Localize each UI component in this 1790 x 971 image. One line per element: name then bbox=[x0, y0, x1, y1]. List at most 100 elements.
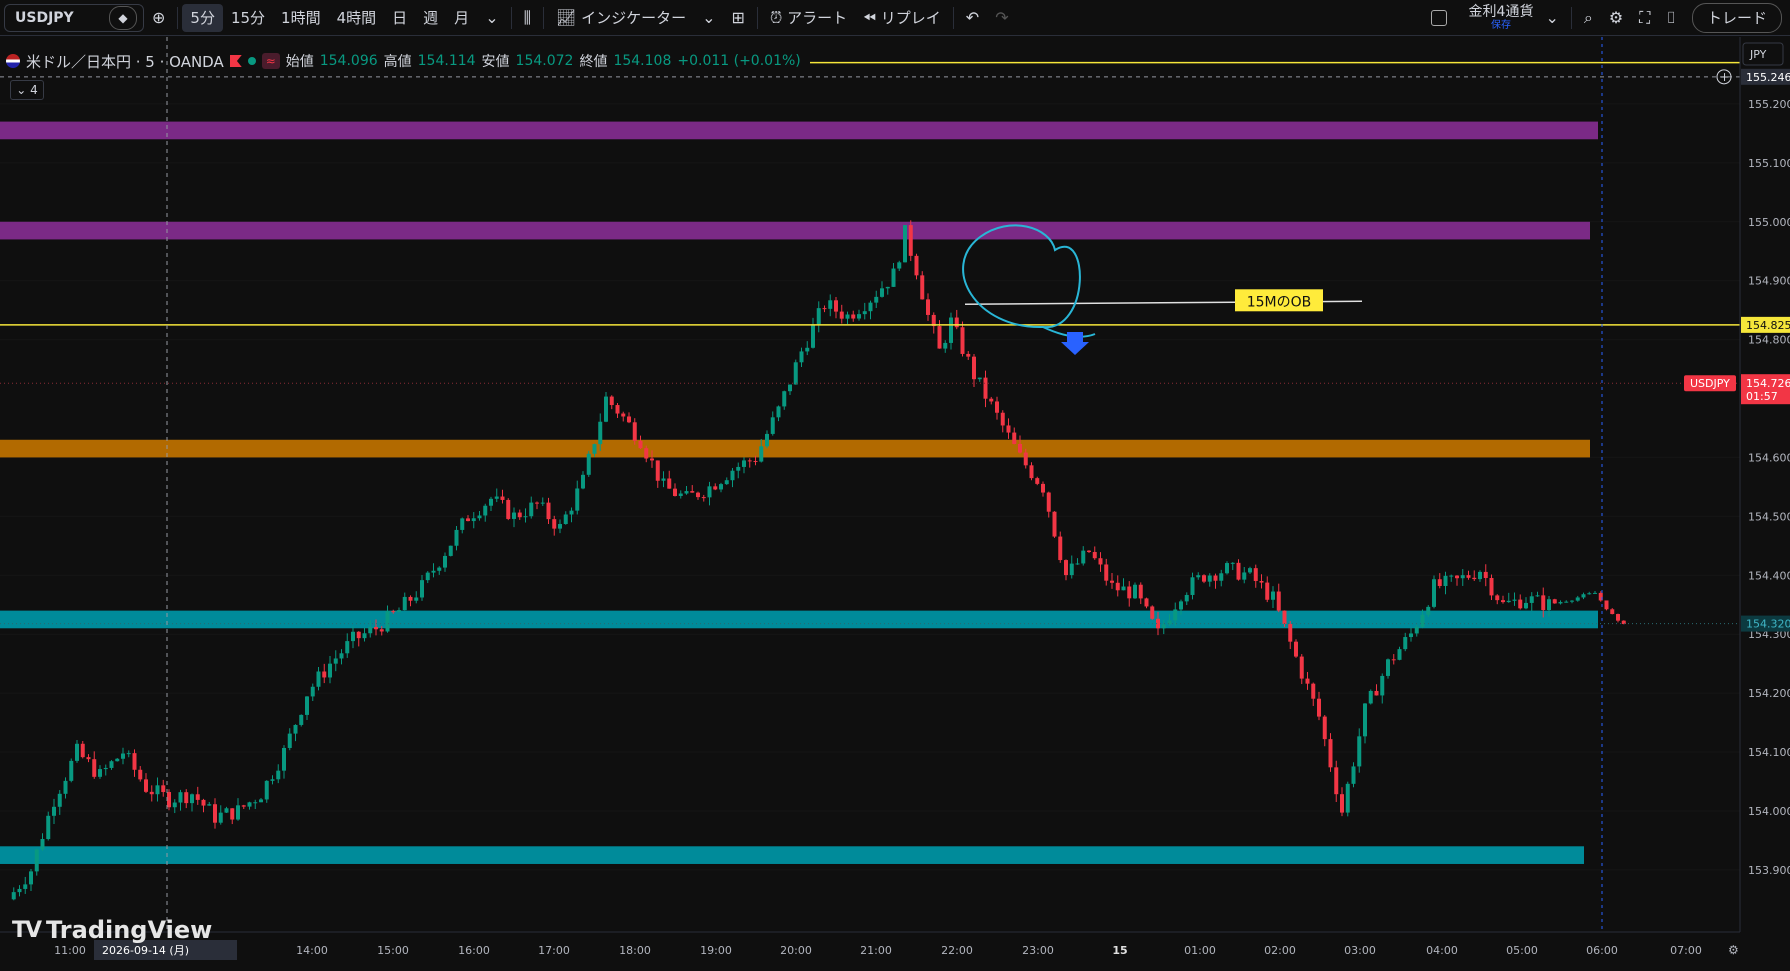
candles-icon: ⫼ bbox=[523, 7, 531, 27]
timeframe-5m[interactable]: 5分 bbox=[182, 3, 223, 32]
candle-body bbox=[1230, 562, 1235, 564]
zone-orange[interactable] bbox=[0, 439, 1590, 458]
timeframe-1h[interactable]: 1時間 bbox=[273, 4, 329, 32]
legend-open-label: 始値 bbox=[285, 54, 314, 70]
candle-body bbox=[1219, 573, 1224, 581]
timeframe-4h[interactable]: 4時間 bbox=[329, 4, 385, 32]
wave-icon[interactable]: ≈ bbox=[261, 53, 280, 69]
candle-body bbox=[627, 416, 631, 423]
candle bbox=[903, 224, 907, 263]
price-axis-bg bbox=[1740, 37, 1790, 971]
candle-body bbox=[1207, 575, 1212, 582]
candle bbox=[69, 758, 74, 783]
compare-symbol-button[interactable]: ⊕ bbox=[144, 4, 173, 32]
candle-body bbox=[466, 518, 470, 522]
indicators-dropdown[interactable]: ⌄ bbox=[694, 4, 723, 32]
indicators-button[interactable]: 📈︎ インジケーター bbox=[548, 4, 694, 32]
candle-body bbox=[1133, 584, 1137, 599]
candle-body bbox=[1374, 690, 1379, 696]
candle bbox=[1225, 561, 1229, 575]
candle-body bbox=[1225, 563, 1229, 574]
candle-body bbox=[1161, 624, 1166, 629]
timeframe-day[interactable]: 日 bbox=[384, 4, 415, 32]
price-tick: 155.000 bbox=[1748, 216, 1790, 229]
ob-label[interactable]: 15MのOB bbox=[1235, 289, 1323, 312]
symbol-tag-text: USDJPY bbox=[1690, 377, 1730, 390]
candle-body bbox=[730, 470, 735, 481]
price-axis[interactable]: JPY 155.200 155.100 155.000 154.900 154.800 15… bbox=[1739, 37, 1790, 971]
zone-purple-upper[interactable] bbox=[0, 121, 1598, 140]
candle-body bbox=[569, 510, 574, 515]
indicators-collapse-button[interactable]: ⌄ 4 bbox=[10, 80, 44, 100]
time-axis[interactable]: 11:0012:1014:0015:0016:0017:0018:0019:00… bbox=[0, 931, 1790, 971]
candle-body bbox=[402, 596, 407, 611]
snapshot-button[interactable]: ⌷ bbox=[1658, 4, 1684, 32]
plus-glyph: + bbox=[1720, 70, 1730, 84]
redo-button[interactable]: ↷ bbox=[987, 4, 1016, 32]
candle-body bbox=[17, 888, 22, 893]
candle-body bbox=[500, 496, 505, 500]
currency-label: JPY bbox=[1749, 48, 1767, 61]
price-tick: 154.900 bbox=[1748, 275, 1790, 288]
chart-type-button[interactable]: ⫼ bbox=[516, 4, 539, 32]
timeframe-month[interactable]: 月 bbox=[446, 4, 477, 32]
candle-body bbox=[132, 753, 137, 770]
candle-body bbox=[1345, 783, 1350, 813]
candle-body bbox=[63, 780, 68, 794]
timeframe-dropdown[interactable]: ⌄ bbox=[477, 4, 506, 32]
candle-body bbox=[1391, 659, 1396, 661]
candle bbox=[1386, 658, 1390, 679]
candle-body bbox=[247, 802, 252, 807]
candle-body bbox=[897, 262, 902, 269]
candle-body bbox=[218, 812, 223, 823]
chart-background bbox=[0, 37, 1790, 971]
fullscreen-button[interactable]: ⛶ bbox=[1631, 4, 1658, 32]
candle-body bbox=[598, 421, 603, 445]
templates-button[interactable]: ⊞ bbox=[723, 4, 752, 32]
quick-search-button[interactable]: ⌕ bbox=[1576, 4, 1601, 32]
candle-body bbox=[1294, 641, 1298, 657]
legend-symbol-title[interactable]: 米ドル／日本円 · 5 · OANDA bbox=[26, 51, 224, 72]
candle-body bbox=[1276, 591, 1281, 611]
settings-button[interactable]: ⚙ bbox=[1601, 4, 1631, 32]
candle bbox=[1133, 582, 1137, 599]
candle-body bbox=[276, 770, 281, 780]
zone-teal-lower[interactable] bbox=[0, 846, 1584, 864]
currency-flag-icon bbox=[6, 54, 20, 68]
candle bbox=[1552, 598, 1557, 604]
candle-body bbox=[1575, 597, 1580, 601]
candle-body bbox=[1524, 602, 1528, 609]
replay-button[interactable]: ⏪︎ リプレイ bbox=[855, 4, 949, 32]
indicators-label: インジケーター bbox=[581, 9, 687, 27]
layout-select-button[interactable]: 金利4通貨 保存 ⌄ bbox=[1423, 4, 1567, 32]
symbol-search-button[interactable]: USDJPY ◆ bbox=[4, 3, 144, 32]
candle-body bbox=[443, 555, 447, 568]
candle-body bbox=[1081, 550, 1086, 564]
candle-body bbox=[270, 779, 275, 781]
candle-body bbox=[851, 314, 856, 319]
candle-body bbox=[230, 808, 235, 820]
candle-body bbox=[1052, 511, 1057, 537]
candle-body bbox=[995, 401, 999, 413]
legend-close-label: 終値 bbox=[579, 54, 608, 70]
alert-button[interactable]: ⏰︎ アラート bbox=[762, 4, 855, 32]
timeframe-week[interactable]: 週 bbox=[415, 4, 446, 32]
timeframe-15m[interactable]: 15分 bbox=[223, 4, 273, 32]
candle-body bbox=[420, 580, 424, 598]
candle-body bbox=[408, 596, 413, 601]
fullscreen-icon: ⛶ bbox=[1639, 7, 1651, 27]
red-flag-icon[interactable] bbox=[229, 55, 242, 67]
zone-teal-upper[interactable] bbox=[0, 610, 1598, 629]
replay-label: リプレイ bbox=[880, 9, 941, 27]
candle-body bbox=[983, 377, 988, 399]
price-chart[interactable]: +15MのOB JPY 155.200 155.100 155.000 154.900 15… bbox=[0, 37, 1790, 971]
candle-body bbox=[190, 794, 194, 804]
zone-purple-lower[interactable] bbox=[0, 221, 1590, 240]
candle bbox=[1368, 689, 1373, 705]
candle-body bbox=[759, 446, 764, 462]
trade-button[interactable]: トレード bbox=[1691, 2, 1782, 33]
candle-body bbox=[880, 288, 884, 297]
diamond-icon[interactable]: ◆ bbox=[109, 5, 137, 30]
candle-body bbox=[937, 326, 942, 349]
undo-button[interactable]: ↶ bbox=[958, 4, 987, 32]
